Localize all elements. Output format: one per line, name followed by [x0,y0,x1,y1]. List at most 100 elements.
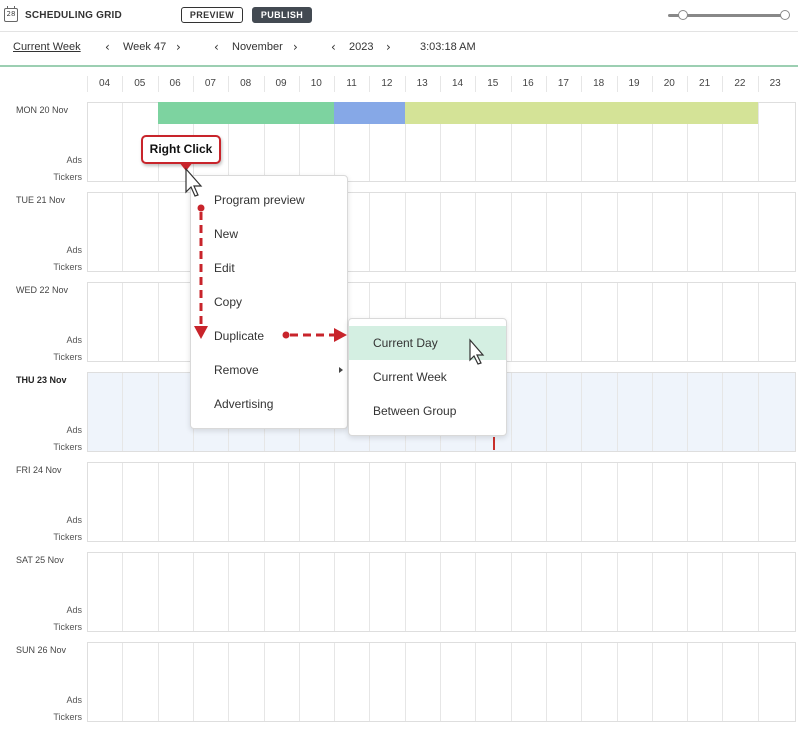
grid-line [440,193,441,271]
grid-line [687,463,689,541]
hour-label: 05 [134,78,146,89]
grid-line [334,463,336,541]
app-title: SCHEDULING GRID [25,10,122,21]
day-row[interactable] [87,642,796,722]
day-row[interactable] [87,462,796,542]
clock-label: 3:03:18 AM [420,41,476,53]
zoom-slider[interactable] [664,8,790,22]
grid-line [192,463,194,541]
grid-line [510,553,512,631]
hour-label: 11 [346,78,357,89]
grid-line [581,373,583,451]
prev-month-icon[interactable]: ‹ [214,40,219,54]
menu-item-copy[interactable]: Copy [214,295,242,309]
grid-line [545,643,547,721]
current-time-marker [493,437,495,450]
hour-label: 23 [769,78,781,89]
day-row[interactable] [87,552,796,632]
grid-line [581,553,583,631]
month-label: November [232,41,283,53]
next-year-icon[interactable]: › [386,40,391,54]
tickers-row-label: Tickers [53,622,82,632]
hour-label: 04 [98,78,111,89]
hour-label: 19 [628,78,640,89]
grid-line [263,463,265,541]
submenu-item-between-group[interactable]: Between Group [349,394,506,428]
grid-line [298,463,300,541]
hour-label: 06 [169,78,181,89]
grid-line [722,553,724,631]
schedule-block[interactable] [404,102,758,124]
grid-line [192,553,194,631]
grid-line [757,643,759,721]
grid-line [334,643,336,721]
hour-label: 10 [310,78,322,89]
tickers-row-label: Tickers [53,172,82,182]
next-month-icon[interactable]: › [293,40,298,54]
day-label: MON 20 Nov [16,105,69,115]
prev-week-icon[interactable]: ‹ [105,40,110,54]
menu-item-advertising[interactable]: Advertising [214,397,273,411]
publish-button[interactable]: PUBLISH [252,7,312,23]
schedule-block[interactable] [157,102,335,124]
ads-row-label: Ads [66,695,82,705]
submenu-arrow-icon [339,367,343,373]
hour-label: 07 [204,78,216,89]
top-bar: 28 SCHEDULING GRID PREVIEW PUBLISH [0,0,804,31]
hour-label: 12 [381,78,393,89]
grid-line [157,553,159,631]
grid-line [651,193,653,271]
ads-row-label: Ads [66,155,82,165]
grid-line [122,373,124,451]
year-label: 2023 [349,41,374,53]
grid-line [651,463,653,541]
grid-line [616,553,618,631]
current-week-link[interactable]: Current Week [13,41,81,53]
grid-line [157,373,159,451]
grid-line [263,553,265,631]
menu-item-program-preview[interactable]: Program preview [214,193,305,207]
menu-item-new[interactable]: New [214,227,238,241]
week-label: Week 47 [123,41,167,53]
ads-row-label: Ads [66,335,82,345]
grid-line [122,283,124,361]
grid-line [722,283,724,361]
grid-line [404,553,406,631]
hour-label: 15 [487,78,499,89]
submenu-item-current-week[interactable]: Current Week [349,360,506,394]
context-menu: Program preview New Edit Copy Duplicate … [190,175,348,429]
hour-label: 21 [699,78,711,89]
grid-line [157,193,159,271]
grid-line [157,643,159,721]
right-click-callout: Right Click [141,135,221,171]
menu-item-remove[interactable]: Remove [214,363,259,377]
zoom-slider-high-handle[interactable] [780,10,790,20]
prev-year-icon[interactable]: ‹ [331,40,336,54]
day-label: TUE 21 Nov [16,195,66,205]
preview-button[interactable]: PREVIEW [181,7,243,23]
grid-line [122,553,124,631]
hour-label: 16 [522,78,534,89]
zoom-slider-low-handle[interactable] [677,10,688,20]
hour-label: 08 [240,78,252,89]
ads-row-label: Ads [66,245,82,255]
grid-line [757,283,759,361]
grid-line [122,643,124,721]
grid-line [651,283,653,361]
grid-line [722,373,724,451]
menu-item-edit[interactable]: Edit [214,261,235,275]
grid-line [510,193,512,271]
grid-line [651,643,653,721]
grid-line [581,283,583,361]
menu-item-duplicate[interactable]: Duplicate [214,329,264,343]
hour-label: 17 [557,78,569,89]
grid-line [757,553,759,631]
grid-line [545,463,547,541]
hour-label: 14 [451,78,464,89]
grid-line [475,553,477,631]
grid-line [545,373,547,451]
grid-line [722,193,724,271]
schedule-block[interactable] [334,102,405,124]
submenu-item-current-day[interactable]: Current Day [349,326,506,360]
next-week-icon[interactable]: › [176,40,181,54]
